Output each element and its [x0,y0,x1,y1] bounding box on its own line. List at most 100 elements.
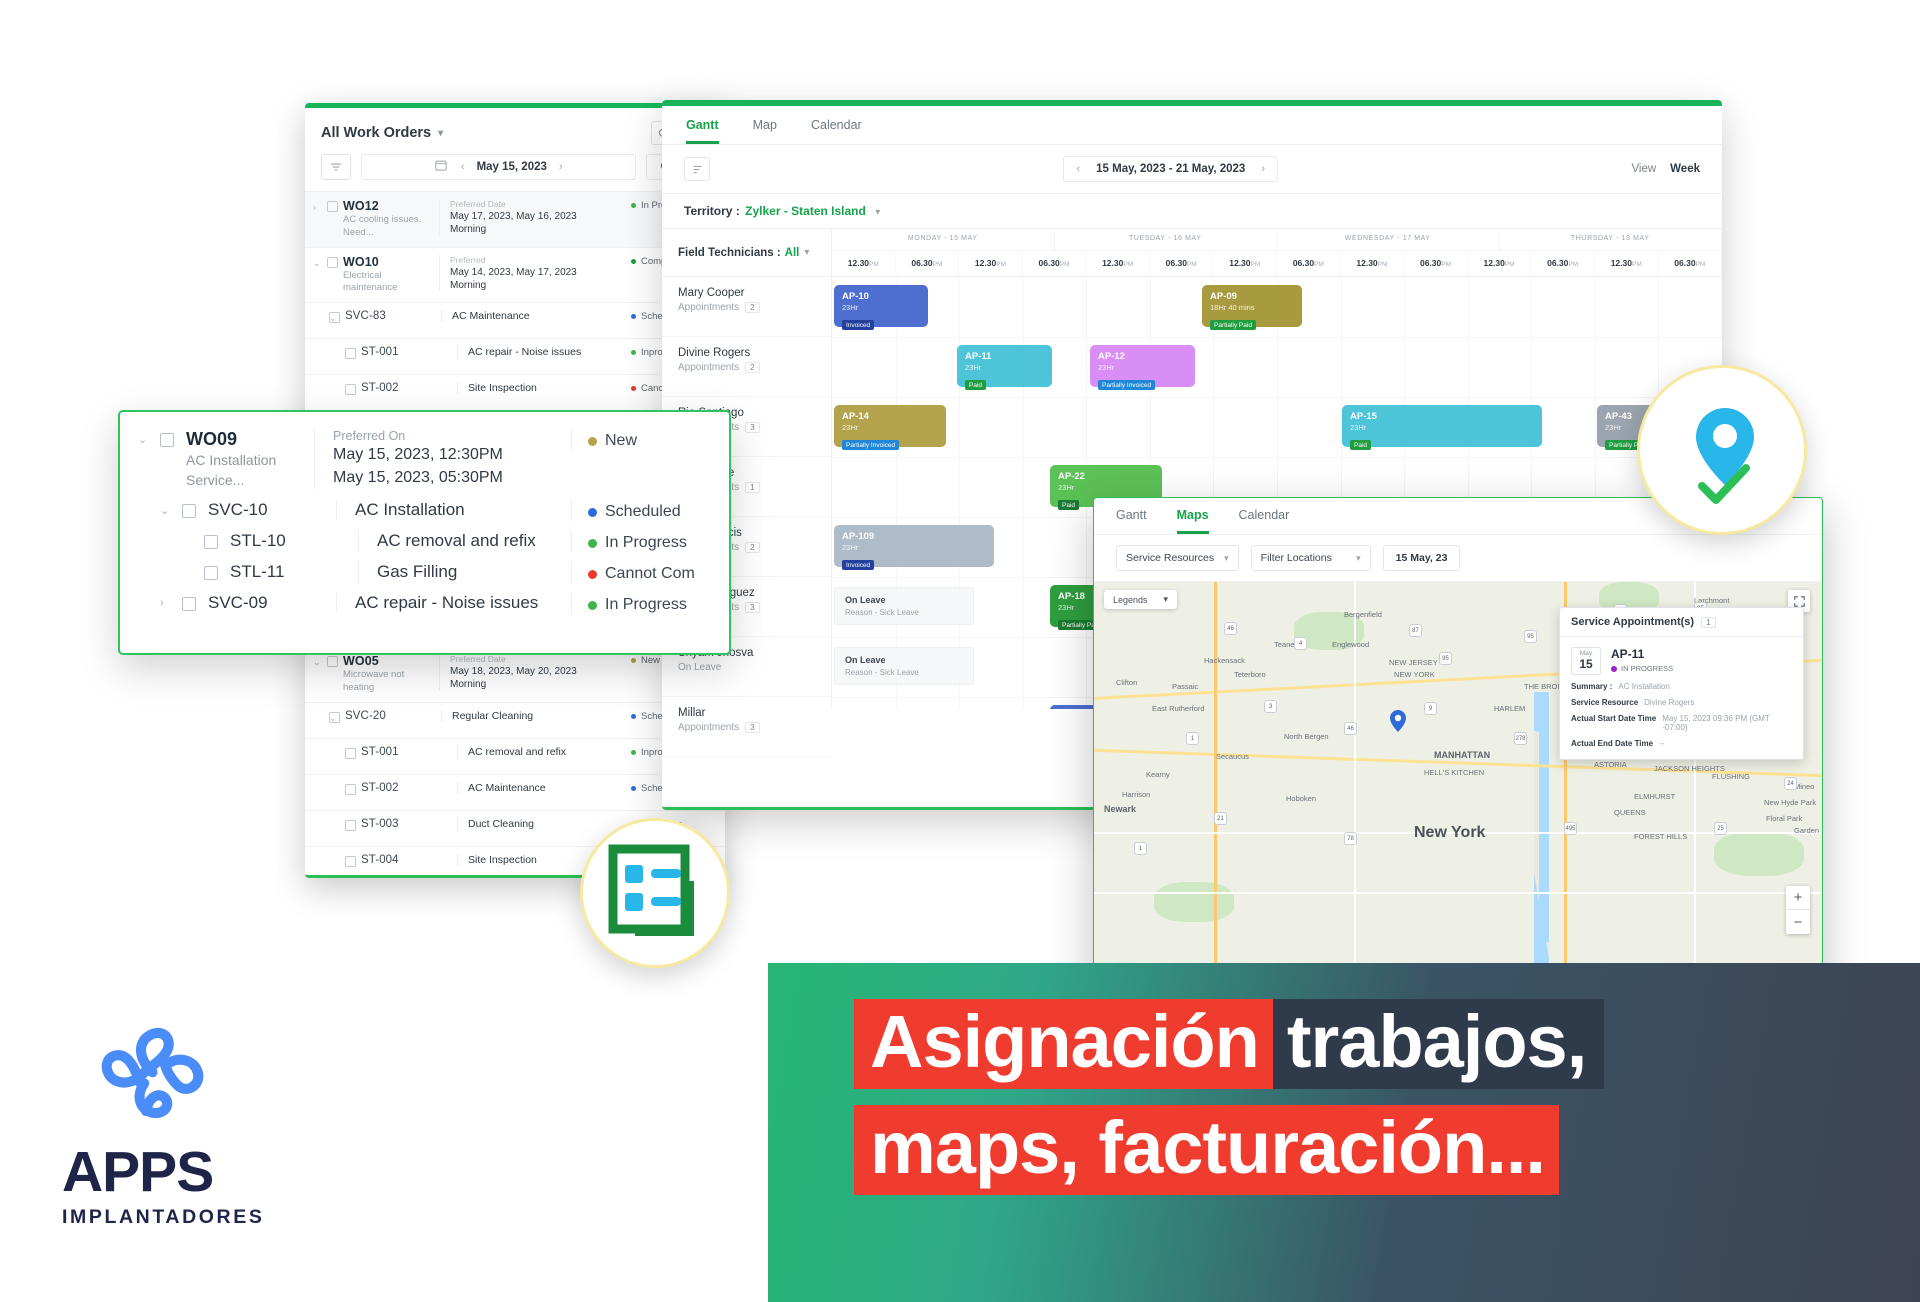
row-checkbox[interactable] [204,562,230,581]
map-place-label: FOREST HILLS [1634,832,1688,841]
logo-wordmark: APPS [62,1140,214,1204]
map-canvas[interactable]: BergenfieldLarchmontMt VernonNew Rochell… [1094,582,1822,982]
tab-calendar[interactable]: Calendar [811,118,862,144]
wo09-row[interactable]: ⌄ WO09 AC Installation Service... Preferred… [120,424,729,495]
prev-week-button[interactable]: ‹ [1076,163,1080,175]
expand-toggle-icon[interactable] [182,562,204,566]
appointment-id: AP-11 [965,351,992,362]
expand-toggle-icon[interactable]: ⌄ [313,654,327,668]
row-checkbox[interactable] [345,346,361,360]
row-checkbox[interactable] [160,429,186,447]
row-id: ST-001 [361,745,399,758]
row-checkbox[interactable] [345,818,361,831]
tab-calendar[interactable]: Calendar [1239,508,1290,534]
appointment-block[interactable]: AP-09 18Hr 40 mins Partially Paid [1202,285,1302,331]
chevron-down-icon: ▾ [1356,552,1361,563]
work-orders-title[interactable]: All Work Orders ▾ [321,125,443,141]
filter-locations-select[interactable]: Filter Locations ▾ [1250,545,1371,571]
chevron-down-icon[interactable]: ▾ [438,128,443,139]
expand-toggle-icon[interactable]: ⌄ [313,710,337,724]
row-checkbox[interactable] [327,654,343,667]
chevron-down-icon[interactable]: ▾ [1164,594,1169,605]
row-checkbox[interactable] [345,854,361,867]
service-resources-select[interactable]: Service Resources ▾ [1116,545,1239,571]
chevron-down-icon[interactable]: ▾ [875,207,880,218]
row-checkbox[interactable] [345,782,361,795]
on-leave-block[interactable]: On Leave Reason - Sick Leave [834,587,974,625]
on-leave-block[interactable]: On Leave Reason - Sick Leave [834,647,974,685]
row-identity: ST-001 [361,746,457,758]
week-navigator[interactable]: ‹ 15 May, 2023 - 21 May, 2023 › [1063,156,1278,182]
zoom-in-button[interactable]: + [1786,886,1810,910]
week-range-label: 15 May, 2023 - 21 May, 2023 [1096,163,1246,175]
row-details: AC Maintenance [457,781,631,794]
row-checkbox[interactable] [345,382,361,396]
expand-toggle-icon[interactable] [313,782,345,785]
filter-icon[interactable] [321,154,351,180]
row-checkbox[interactable] [327,199,343,212]
field-technicians-filter[interactable]: Field Technicians : All ▾ [662,229,831,277]
map-zoom-controls[interactable]: + − [1786,886,1810,934]
tab-gantt[interactable]: Gantt [1116,508,1147,534]
expand-toggle-icon[interactable]: ⌄ [160,500,182,517]
next-week-button[interactable]: › [1261,163,1265,175]
technician-row[interactable]: Millar Appointments 3 [662,697,831,757]
highway-shield-icon: 95 [1524,630,1537,643]
tab-gantt[interactable]: Gantt [686,118,719,144]
row-checkbox[interactable] [345,746,361,759]
status-dot-icon [631,713,636,719]
row-checkbox[interactable] [182,593,208,612]
expand-toggle-icon[interactable]: ⌄ [138,429,160,446]
appointment-block[interactable]: AP-109 23Hr Invoiced [834,525,994,571]
map-legends-control[interactable]: Legends ▾ [1104,590,1178,609]
tab-maps[interactable]: Maps [1176,508,1209,534]
next-date-button[interactable]: › [559,161,563,173]
row-details: Gas Filling [358,562,571,583]
technician-row[interactable]: Divine Rogers Appointments 2 [662,337,831,397]
grid-line [1022,277,1024,709]
highway-shield-icon: 1 [1134,842,1147,855]
appointment-block[interactable]: AP-10 23Hr Invoiced [834,285,928,331]
date-navigator[interactable]: ‹ May 15, 2023 › [361,154,637,180]
expand-toggle-icon[interactable] [313,746,345,749]
appointment-block[interactable]: AP-12 23Hr Partially Invoiced [1090,345,1195,391]
grid-line [832,397,1722,398]
appointment-date-chip: May 15 [1571,647,1601,675]
calendar-icon [435,158,447,176]
sort-icon[interactable] [684,157,710,181]
appointment-block[interactable]: AP-11 23Hr Paid [957,345,1052,391]
row-checkbox[interactable] [327,255,343,268]
expand-toggle-icon[interactable] [313,382,345,385]
wo09-row[interactable]: STL-10 AC removal and refix In Progress [120,526,729,557]
wo09-row[interactable]: ⌄ SVC-10 AC Installation Scheduled [120,495,729,526]
maps-date[interactable]: 15 May, 23 [1382,545,1461,571]
row-checkbox[interactable] [329,310,345,324]
technician-row[interactable]: Mary Cooper Appointments 2 [662,277,831,337]
expand-toggle-icon[interactable] [182,531,204,535]
expand-toggle-icon[interactable]: › [313,199,327,212]
territory-filter[interactable]: Territory : Zylker - Staten Island ▾ [662,194,1722,229]
chevron-down-icon[interactable]: ▾ [804,247,809,258]
expand-toggle-icon[interactable]: ⌄ [313,310,337,324]
row-description: Microwave not heating [343,668,405,693]
appointment-block[interactable]: AP-14 23Hr Partially Invoiced [834,405,946,451]
appointments-count: 1 [745,482,760,493]
expand-toggle-icon[interactable] [313,346,345,349]
tab-map[interactable]: Map [753,118,777,144]
wo09-row[interactable]: STL-11 Gas Filling Cannot Com [120,557,729,588]
prev-date-button[interactable]: ‹ [461,161,465,173]
map-marker-icon[interactable] [1390,710,1406,732]
zoom-out-button[interactable]: − [1786,910,1810,934]
row-description: AC Installation Service... [186,452,277,488]
view-selector[interactable]: View Week [1631,163,1700,175]
wo09-row[interactable]: › SVC-09 AC repair - Noise issues In Progre… [120,588,729,619]
row-checkbox[interactable] [204,531,230,550]
row-checkbox[interactable] [182,500,208,519]
expand-toggle-icon[interactable] [313,818,345,821]
expand-toggle-icon[interactable] [313,854,345,857]
expand-toggle-icon[interactable]: › [160,593,182,609]
expand-toggle-icon[interactable]: ⌄ [313,255,327,269]
appointment-block[interactable]: AP-15 23Hr Paid [1342,405,1542,451]
row-checkbox[interactable] [329,710,345,723]
appointment-id[interactable]: AP-11 [1611,647,1673,661]
